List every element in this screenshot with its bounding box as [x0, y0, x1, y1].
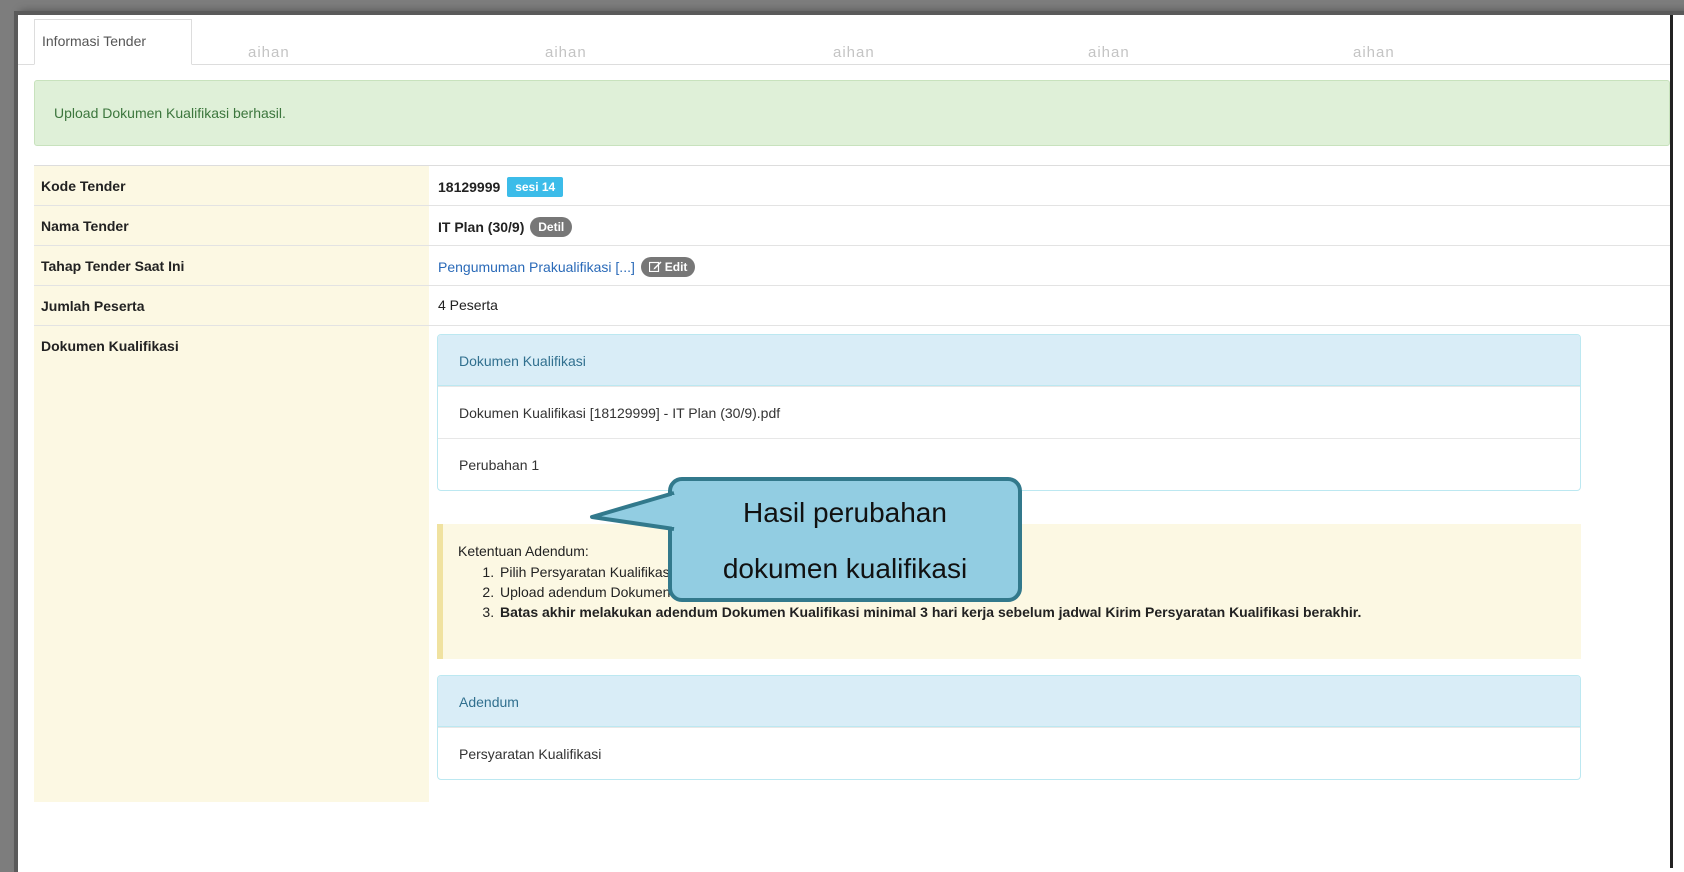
callout-line-1: Hasil perubahan: [743, 497, 947, 528]
watermark-text: aihan: [833, 44, 875, 61]
callout-pointer: [590, 491, 678, 531]
jumlah-peserta-value: 4 Peserta: [438, 297, 498, 313]
tab-bar: Informasi Tender aihan aihan aihan aihan…: [18, 15, 1670, 65]
content-area: Informasi Tender aihan aihan aihan aihan…: [18, 15, 1673, 868]
tahap-tender-value: Pengumuman Prakualifikasi [...] Edit: [429, 246, 1670, 285]
watermark-text: aihan: [1088, 44, 1130, 61]
watermark-text: aihan: [248, 44, 290, 61]
table-row-jumlah-peserta: Jumlah Peserta 4 Peserta: [34, 285, 1670, 325]
dokumen-kualifikasi-content: Dokumen Kualifikasi Dokumen Kualifikasi …: [429, 326, 1670, 802]
ketentuan-item: Batas akhir melakukan adendum Dokumen Ku…: [498, 602, 1581, 622]
kode-tender-number: 18129999: [438, 179, 501, 195]
dokumen-panel-heading: Dokumen Kualifikasi: [438, 335, 1580, 386]
dokumen-file-link[interactable]: Dokumen Kualifikasi [18129999] - IT Plan…: [438, 386, 1580, 438]
adendum-panel: Adendum Persyaratan Kualifikasi: [437, 675, 1581, 780]
watermark-text: aihan: [545, 44, 587, 61]
ketentuan-item: Upload adendum Dokumen Kualifikasi yang …: [498, 582, 1581, 602]
ketentuan-item: Pilih Persyaratan Kualifikasi jika ada b…: [498, 562, 1581, 582]
tahap-tender-label: Tahap Tender Saat Ini: [34, 246, 429, 285]
tab-informasi-tender[interactable]: Informasi Tender: [34, 19, 192, 65]
dokumen-panel: Dokumen Kualifikasi Dokumen Kualifikasi …: [437, 334, 1581, 491]
table-row-kode-tender: Kode Tender 18129999 sesi 14: [34, 165, 1670, 205]
success-alert: Upload Dokumen Kualifikasi berhasil.: [34, 80, 1670, 146]
nama-tender-label: Nama Tender: [34, 206, 429, 245]
detil-button[interactable]: Detil: [530, 217, 573, 237]
nama-tender-text: IT Plan (30/9): [438, 219, 525, 235]
nama-tender-value: IT Plan (30/9) Detil: [429, 206, 1670, 245]
edit-button[interactable]: Edit: [640, 257, 696, 277]
adendum-panel-heading: Adendum: [438, 676, 1580, 727]
annotation-callout: Hasil perubahan dokumen kualifikasi: [668, 477, 1022, 602]
dokumen-kualifikasi-label: Dokumen Kualifikasi: [34, 326, 429, 802]
table-row-tahap-tender: Tahap Tender Saat Ini Pengumuman Prakual…: [34, 245, 1670, 285]
table-row-nama-tender: Nama Tender IT Plan (30/9) Detil: [34, 205, 1670, 245]
kode-tender-value: 18129999 sesi 14: [429, 166, 1670, 205]
tahap-tender-link[interactable]: Pengumuman Prakualifikasi [...]: [438, 259, 635, 275]
ketentuan-item-bold: Batas akhir melakukan adendum Dokumen Ku…: [500, 604, 1362, 620]
jumlah-peserta-label: Jumlah Peserta: [34, 286, 429, 325]
sesi-badge: sesi 14: [507, 177, 564, 197]
edit-icon: [648, 261, 662, 273]
content-frame: Informasi Tender aihan aihan aihan aihan…: [14, 11, 1684, 872]
kode-tender-label: Kode Tender: [34, 166, 429, 205]
persyaratan-kualifikasi-item[interactable]: Persyaratan Kualifikasi: [438, 727, 1580, 779]
edit-button-label: Edit: [664, 260, 688, 274]
watermark-text: aihan: [1353, 44, 1395, 61]
callout-line-2: dokumen kualifikasi: [722, 553, 968, 584]
